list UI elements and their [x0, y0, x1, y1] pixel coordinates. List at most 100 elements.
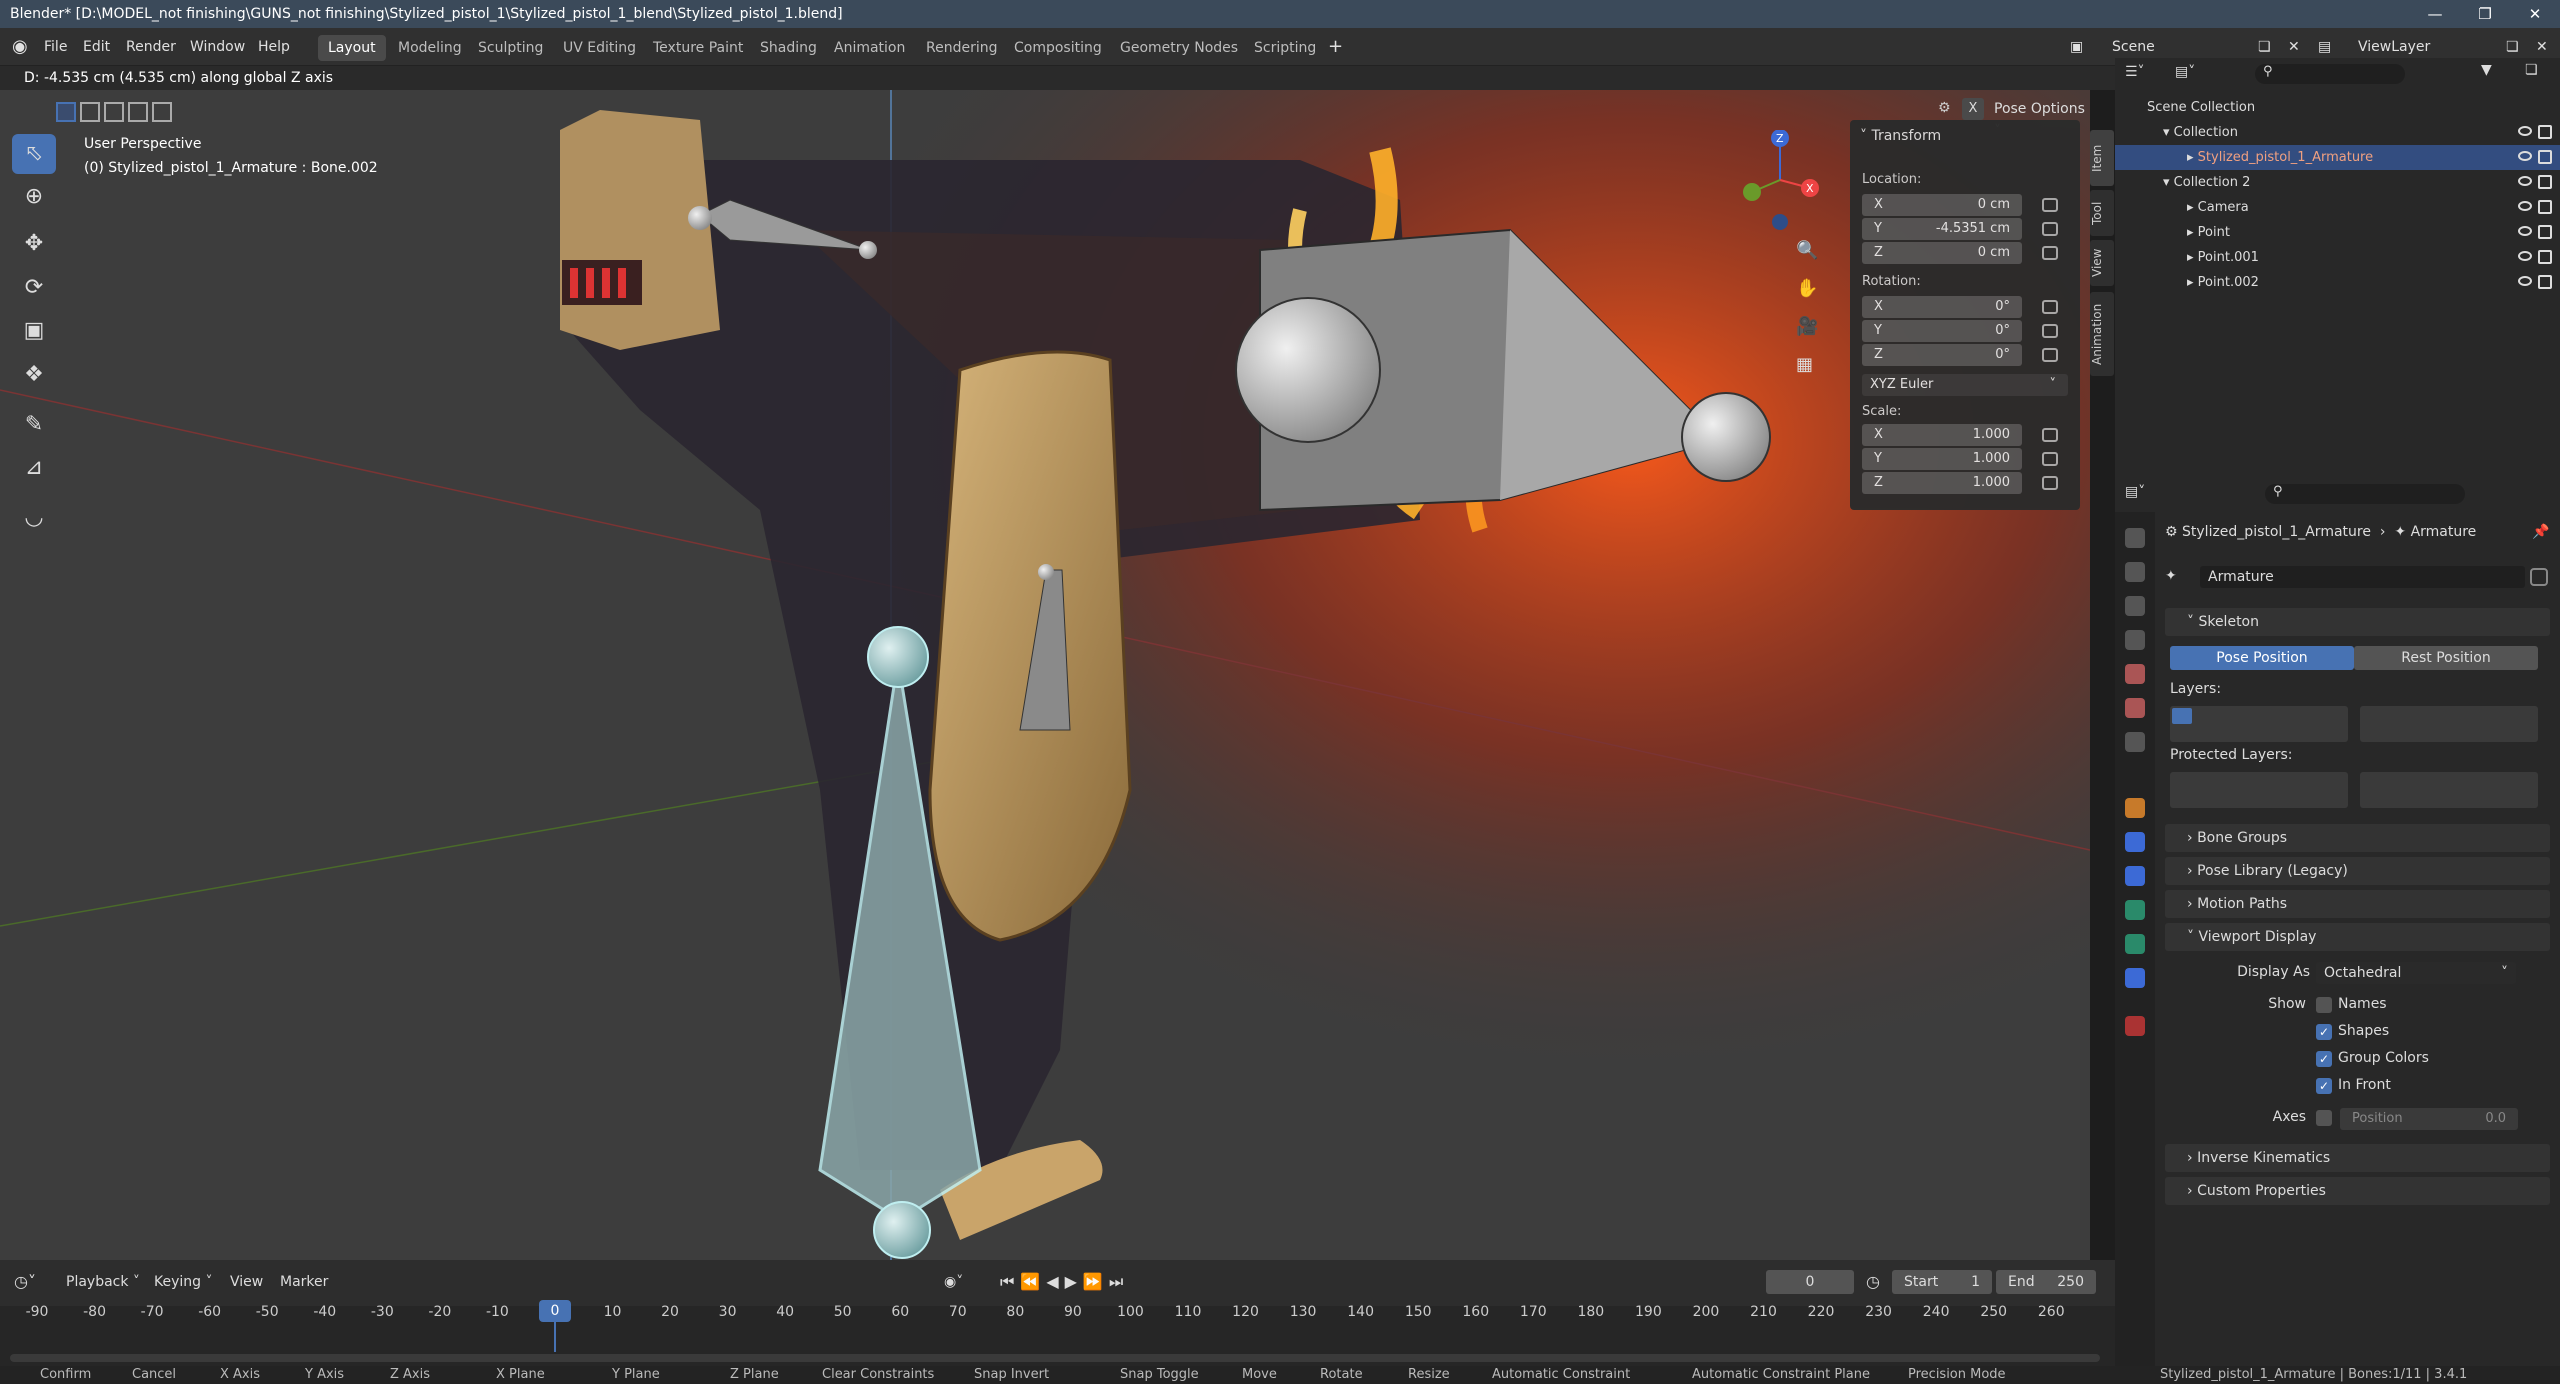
tab-layout[interactable]: Layout: [318, 35, 386, 61]
render-camera-icon[interactable]: [2538, 225, 2552, 239]
bone-constraint-properties-icon[interactable]: [2125, 968, 2145, 988]
tab-rendering[interactable]: Rendering: [916, 35, 1008, 61]
record-icon[interactable]: ◉˅: [944, 1274, 963, 1290]
zoom-icon[interactable]: 🔍: [1796, 240, 1818, 261]
panel-custom-properties[interactable]: › Custom Properties: [2165, 1177, 2550, 1205]
ortho-grid-icon[interactable]: ▦: [1796, 354, 1813, 375]
rotation-y-field[interactable]: Y 0°: [1862, 320, 2022, 342]
panel-pose-library[interactable]: › Pose Library (Legacy): [2165, 857, 2550, 885]
cursor-tool-icon[interactable]: ⊕: [12, 177, 56, 217]
rotation-mode-dropdown[interactable]: XYZ Euler ˅: [1862, 374, 2068, 396]
new-collection-icon[interactable]: ❏: [2525, 62, 2538, 78]
end-frame-field[interactable]: End 250: [1996, 1270, 2096, 1294]
location-y-field[interactable]: Y -4.5351 cm: [1862, 218, 2022, 240]
collection-properties-icon[interactable]: [2125, 732, 2145, 752]
render-camera-icon[interactable]: [2538, 275, 2552, 289]
outliner-item-armature[interactable]: ▸ Stylized_pistol_1_Armature: [2115, 145, 2560, 170]
tab-view[interactable]: View: [2090, 240, 2114, 286]
panel-viewport-display[interactable]: ˅ Viewport Display: [2165, 923, 2550, 951]
current-frame-field[interactable]: 0: [1766, 1270, 1854, 1294]
select-subtract-icon[interactable]: [104, 102, 124, 122]
lock-icon[interactable]: [2042, 198, 2058, 212]
properties-editor-type-icon[interactable]: ▤˅: [2125, 484, 2145, 500]
rotate-tool-icon[interactable]: ⟳: [12, 268, 56, 308]
world-properties-icon[interactable]: [2125, 698, 2145, 718]
transform-header[interactable]: ˅ Transform: [1860, 128, 1941, 144]
eye-icon[interactable]: [2518, 201, 2532, 211]
render-camera-icon[interactable]: [2538, 250, 2552, 264]
tab-shading[interactable]: Shading: [750, 35, 827, 61]
fake-user-shield-icon[interactable]: [2530, 568, 2548, 586]
outliner-search-input[interactable]: ⚲: [2255, 64, 2405, 84]
location-z-field[interactable]: Z 0 cm: [1862, 242, 2022, 264]
camera-view-icon[interactable]: 🎥: [1796, 316, 1818, 337]
tab-scripting[interactable]: Scripting: [1244, 35, 1326, 61]
eye-icon[interactable]: [2518, 126, 2532, 136]
3d-viewport[interactable]: User Perspective (0) Stylized_pistol_1_A…: [0, 90, 2090, 1260]
panel-bone-groups[interactable]: › Bone Groups: [2165, 824, 2550, 852]
pose-options-dropdown[interactable]: Pose Options ˅: [1994, 98, 2090, 139]
shapes-checkbox[interactable]: ✓: [2316, 1024, 2332, 1040]
output-properties-icon[interactable]: [2125, 596, 2145, 616]
panel-motion-paths[interactable]: › Motion Paths: [2165, 890, 2550, 918]
blender-logo-icon[interactable]: ◉: [12, 28, 28, 66]
protected-layers-grid-left[interactable]: [2170, 772, 2348, 808]
render-properties-icon[interactable]: [2125, 562, 2145, 582]
bone-selected-tail[interactable]: [873, 1201, 931, 1259]
axes-position-field[interactable]: Position 0.0: [2340, 1108, 2518, 1130]
eye-icon[interactable]: [2518, 151, 2532, 161]
menu-window[interactable]: Window: [190, 28, 245, 66]
pan-hand-icon[interactable]: ✋: [1796, 278, 1818, 299]
timeline-view-menu[interactable]: View: [230, 1274, 263, 1290]
transform-tool-icon[interactable]: ❖: [12, 355, 56, 395]
render-camera-icon[interactable]: [2538, 125, 2552, 139]
tab-animation[interactable]: Animation: [824, 35, 915, 61]
lock-icon[interactable]: [2042, 476, 2058, 490]
scale-x-field[interactable]: X 1.000: [1862, 424, 2022, 446]
names-checkbox[interactable]: [2316, 997, 2332, 1013]
eye-icon[interactable]: [2518, 176, 2532, 186]
pin-icon[interactable]: 📌: [2532, 524, 2549, 540]
annotate-tool-icon[interactable]: ✎: [12, 405, 56, 445]
navigation-gizmo[interactable]: Z X: [1730, 130, 1830, 230]
bone-selected-head[interactable]: [867, 626, 929, 688]
timeline-scrollbar[interactable]: [10, 1354, 2100, 1362]
display-as-dropdown[interactable]: Octahedral ˅: [2316, 962, 2516, 984]
layer-active-dot[interactable]: [2172, 708, 2192, 724]
select-box-tool-icon[interactable]: ⬁: [12, 134, 56, 174]
render-camera-icon[interactable]: [2538, 175, 2552, 189]
in-front-checkbox[interactable]: ✓: [2316, 1078, 2332, 1094]
layers-grid-right[interactable]: [2360, 706, 2538, 742]
lock-icon[interactable]: [2042, 222, 2058, 236]
outliner-scene-collection[interactable]: Scene Collection: [2115, 95, 2560, 120]
tool-properties-icon[interactable]: [2125, 528, 2145, 548]
funnel-filter-icon[interactable]: ▼: [2481, 62, 2492, 78]
timeline-editor-icon[interactable]: ◷˅: [14, 1272, 36, 1291]
minimize-icon[interactable]: —: [2410, 0, 2460, 28]
eye-icon[interactable]: [2518, 276, 2532, 286]
close-icon[interactable]: ✕: [2510, 0, 2560, 28]
tab-compositing[interactable]: Compositing: [1004, 35, 1112, 61]
rest-position-button[interactable]: Rest Position: [2354, 646, 2538, 670]
armature-datablock-field[interactable]: Armature: [2200, 566, 2525, 588]
outliner-item-point-001[interactable]: ▸ Point.001: [2115, 245, 2560, 270]
lock-icon[interactable]: [2042, 452, 2058, 466]
tab-uv-editing[interactable]: UV Editing: [553, 35, 646, 61]
panel-skeleton[interactable]: ˅ Skeleton: [2165, 608, 2550, 636]
select-invert-icon[interactable]: [128, 102, 148, 122]
axes-checkbox[interactable]: [2316, 1110, 2332, 1126]
measure-tool-icon[interactable]: ⊿: [12, 448, 56, 488]
mirror-x-toggle[interactable]: X: [1962, 98, 1984, 120]
bone-properties-icon[interactable]: [2125, 934, 2145, 954]
start-frame-field[interactable]: Start 1: [1892, 1270, 1992, 1294]
menu-edit[interactable]: Edit: [83, 28, 110, 66]
layers-grid-left[interactable]: [2170, 706, 2348, 742]
keying-menu[interactable]: Keying ˅: [154, 1274, 212, 1290]
outliner-item-collection[interactable]: ▾ Collection: [2115, 120, 2560, 145]
panel-inverse-kinematics[interactable]: › Inverse Kinematics: [2165, 1144, 2550, 1172]
rotation-z-field[interactable]: Z 0°: [1862, 344, 2022, 366]
bone-size-tool-icon[interactable]: ◡: [12, 498, 56, 538]
menu-file[interactable]: File: [44, 28, 67, 66]
modifier-properties-icon[interactable]: [2125, 832, 2145, 852]
tab-item[interactable]: Item: [2090, 130, 2114, 186]
